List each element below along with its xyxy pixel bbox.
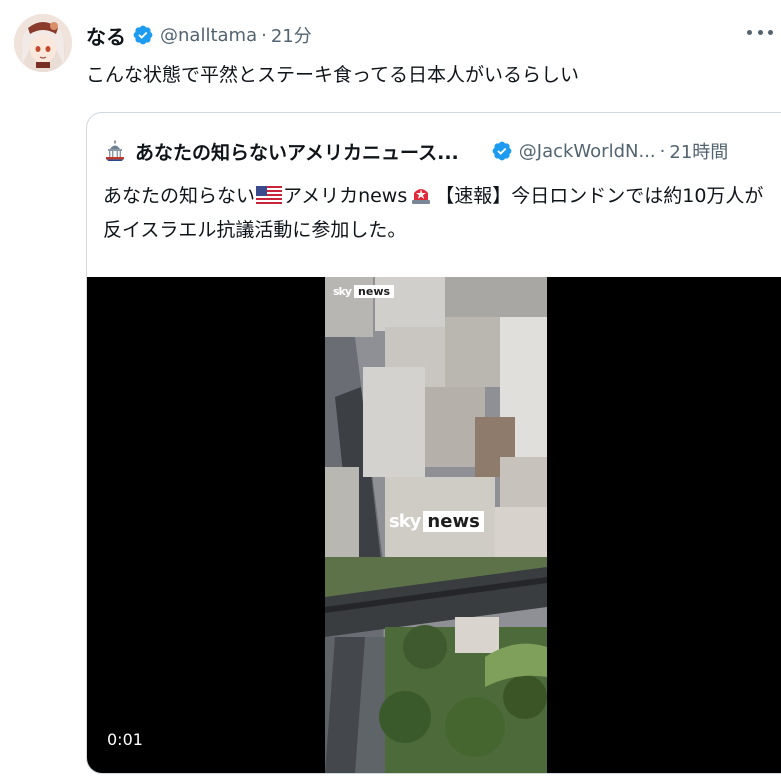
tweet[interactable]: なる @nalltama · 21分 こんな状態で平然とステーキ食ってる日本人が… (0, 0, 781, 781)
sky-news-watermark-small: sky news (333, 285, 395, 298)
video-frame: sky news sky news (325, 277, 547, 773)
author-handle[interactable]: @nalltama (160, 25, 257, 46)
quoted-timestamp[interactable]: 21時間 (669, 138, 728, 164)
sky-watermark-text: sky (333, 285, 352, 298)
quoted-author-handle[interactable]: @JackWorldN... (519, 141, 656, 162)
quoted-text-part: あなたの知らない (103, 185, 256, 207)
siren-icon (412, 189, 431, 204)
sky-news-watermark-large: sky news (389, 511, 484, 532)
video-player[interactable]: sky news sky news 0:01 (87, 277, 781, 773)
more-options-icon[interactable] (747, 26, 773, 38)
video-timecode: 0:01 (107, 730, 143, 749)
avatar[interactable] (14, 14, 72, 72)
tweet-header: なる @nalltama · 21分 (86, 20, 312, 50)
verified-badge-icon (492, 141, 512, 161)
timestamp[interactable]: 21分 (271, 22, 312, 48)
sky-watermark-text: sky (389, 511, 421, 532)
quoted-tweet[interactable]: あなたの知らないアメリカニュース... @JackWorldN... · 21時… (86, 112, 781, 774)
avatar-illustration-icon (14, 14, 72, 72)
quoted-tweet-text: あなたの知らない アメリカnews 【速報】今日ロンドンでは約10万人が反イスラ… (103, 179, 773, 247)
tweet-text: こんな状態で平然とステーキ食ってる日本人がいるらしい (86, 64, 580, 86)
quoted-tweet-header: あなたの知らないアメリカニュース... @JackWorldN... · 21時… (103, 137, 781, 165)
quoted-author-name[interactable]: あなたの知らないアメリカニュース... (135, 138, 459, 165)
separator-dot: · (659, 140, 666, 162)
us-flag-icon (256, 186, 283, 204)
separator-dot: · (261, 24, 267, 46)
news-watermark-text: news (354, 285, 395, 298)
author-name[interactable]: なる (86, 21, 126, 50)
quoted-text-part: アメリカnews (283, 185, 408, 207)
verified-badge-icon (133, 25, 153, 45)
capitol-avatar-icon[interactable] (103, 139, 127, 163)
news-watermark-text: news (423, 511, 484, 532)
